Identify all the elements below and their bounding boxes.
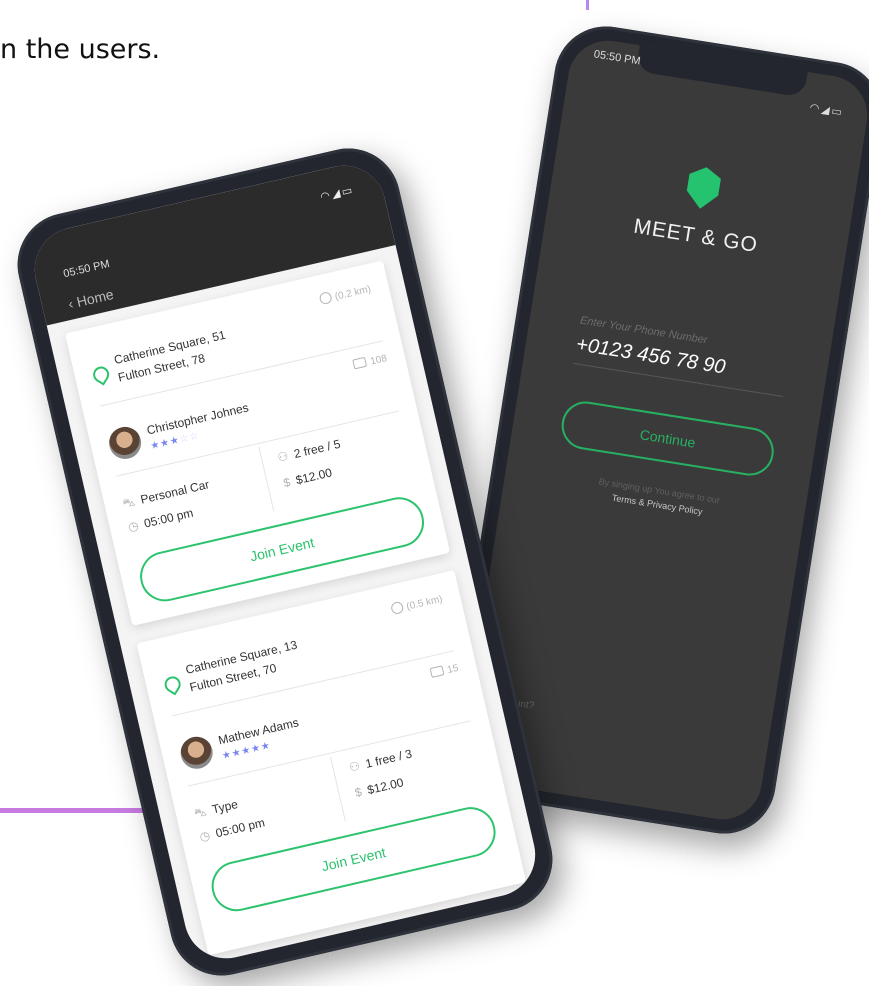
continue-button[interactable]: Continue (558, 398, 778, 479)
time-value: 05:00 pm (142, 505, 195, 531)
comment-count[interactable]: 15 (429, 662, 460, 680)
event-distance: (0.2 km) (318, 282, 373, 306)
comment-icon (429, 665, 445, 678)
status-icons: ◠◢▭ (319, 183, 356, 203)
event-address: Catherine Square, 51 Fulton Street, 78 (112, 326, 231, 387)
transport-value: Personal Car (139, 477, 211, 507)
battery-icon: ▭ (830, 105, 845, 119)
comment-count[interactable]: 108 (352, 352, 389, 371)
comment-count-value: 15 (446, 662, 460, 677)
transport-type: ⛍ Personal Car (121, 477, 211, 512)
location-pin-icon (161, 673, 184, 696)
star-empty-icon: ☆ (188, 430, 201, 444)
status-icons: ◠◢▭ (809, 101, 845, 119)
seats-available: ⚇ 1 free / 3 (348, 747, 414, 775)
avatar[interactable] (177, 733, 216, 772)
phone-events: 05:50 PM ◠◢▭ ‹Home Catherine Square, 51 … (7, 138, 563, 986)
vertical-divider (329, 756, 346, 822)
accent-line-top (586, 0, 589, 10)
status-time: 05:50 PM (62, 257, 111, 281)
seats-available: ⚇ 2 free / 5 (276, 437, 342, 465)
event-price: $ $12.00 (282, 465, 333, 490)
compass-icon (318, 290, 334, 306)
people-icon: ⚇ (276, 448, 290, 465)
dollar-icon: $ (353, 784, 364, 800)
caption-text: n the users. (0, 34, 161, 65)
time-value: 05:00 pm (214, 815, 267, 841)
star-icon: ★ (259, 740, 272, 754)
dollar-icon: $ (281, 474, 292, 491)
event-address: Catherine Square, 13 Fulton Street, 70 (184, 636, 303, 697)
clock-icon: ◷ (198, 828, 212, 845)
back-label: Home (75, 285, 116, 310)
seats-value: 2 free / 5 (292, 436, 342, 462)
transport-type: ⛍ Type (193, 797, 240, 823)
clock-icon: ◷ (126, 518, 140, 535)
comment-icon (352, 356, 368, 370)
login-screen: 05:50 PM ◠◢▭ MEET & GO Enter Your Phone … (457, 35, 869, 825)
back-button[interactable]: ‹Home (67, 286, 115, 312)
distance-value: (0.5 km) (405, 593, 444, 613)
price-value: $12.00 (365, 775, 405, 798)
app-name: MEET & GO (632, 214, 760, 258)
event-price: $ $12.00 (354, 775, 405, 800)
logo-icon (684, 165, 722, 211)
comment-count-value: 108 (369, 353, 389, 368)
car-icon: ⛍ (121, 494, 137, 511)
events-screen: 05:50 PM ◠◢▭ ‹Home Catherine Square, 51 … (26, 157, 544, 967)
vertical-divider (258, 446, 275, 512)
distance-value: (0.2 km) (333, 283, 373, 303)
status-time: 05:50 PM (592, 48, 642, 68)
people-icon: ⚇ (347, 758, 362, 775)
event-card[interactable]: Catherine Square, 51 Fulton Street, 78 (… (64, 260, 451, 626)
event-card[interactable]: Catherine Square, 13 Fulton Street, 70 (… (136, 570, 527, 956)
transport-value: Type (210, 797, 240, 817)
chevron-left-icon: ‹ (66, 295, 75, 312)
location-pin-icon (90, 363, 113, 386)
battery-icon: ▭ (340, 184, 356, 199)
price-value: $12.00 (294, 465, 334, 488)
compass-icon (390, 600, 405, 616)
avatar[interactable] (105, 423, 145, 463)
event-distance: (0.5 km) (390, 592, 444, 616)
seats-value: 1 free / 3 (364, 746, 414, 771)
car-icon: ⛍ (192, 804, 208, 821)
